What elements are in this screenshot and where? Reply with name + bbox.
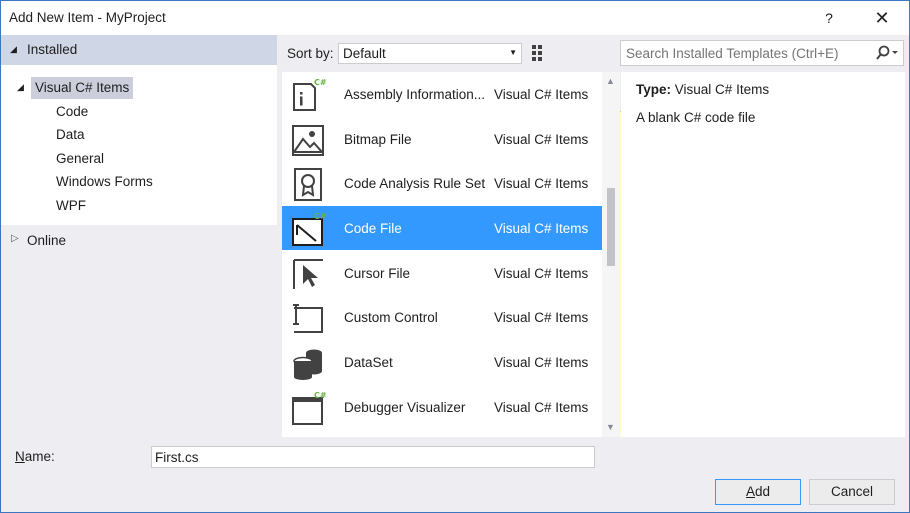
- debugger-visualizer-icon: C#: [290, 390, 327, 426]
- item-category: Visual C# Items: [494, 87, 589, 102]
- code-file-icon: C#: [290, 211, 327, 247]
- item-name: Code File: [344, 221, 402, 236]
- list-item[interactable]: Custom Control Visual C# Items: [282, 295, 602, 339]
- sort-value: Default: [343, 46, 386, 61]
- svg-text:C#: C#: [314, 391, 326, 400]
- type-line: Type: Visual C# Items: [636, 82, 769, 97]
- scroll-up-icon[interactable]: ▲: [606, 76, 615, 86]
- expand-arrow-icon[interactable]: ▷: [11, 233, 19, 244]
- list-item-partial[interactable]: [282, 430, 602, 437]
- grid-view-button[interactable]: [527, 41, 551, 65]
- svg-text:C#: C#: [314, 212, 326, 221]
- scroll-thumb[interactable]: [607, 188, 615, 266]
- grid-view-icon: [532, 45, 542, 61]
- item-name: Cursor File: [344, 266, 411, 281]
- add-button[interactable]: Add: [715, 479, 801, 505]
- item-name: Custom Control: [344, 310, 438, 325]
- list-item[interactable]: Bitmap File Visual C# Items: [282, 117, 602, 161]
- bitmap-icon: [290, 122, 326, 158]
- installed-header[interactable]: ◢ Installed: [1, 35, 277, 65]
- name-accelerator: N: [15, 449, 25, 464]
- cursor-icon: [290, 256, 326, 292]
- search-icon[interactable]: [873, 44, 899, 62]
- svg-text:C#: C#: [314, 78, 326, 87]
- item-name: DataSet: [344, 355, 393, 370]
- tree-item-windows-forms[interactable]: Windows Forms: [56, 171, 153, 193]
- tree-item-visual-csharp[interactable]: Visual C# Items: [31, 77, 134, 99]
- list-item[interactable]: Code Analysis Rule Set Visual C# Items: [282, 161, 602, 205]
- item-name: Bitmap File: [344, 132, 412, 147]
- name-field[interactable]: [151, 446, 595, 468]
- list-item[interactable]: DataSet Visual C# Items: [282, 340, 602, 384]
- template-tree: ◢ Installed ◢ Visual C# Items Code Data …: [1, 35, 277, 437]
- item-category: Visual C# Items: [494, 266, 589, 281]
- footer: Name: Add Cancel: [1, 437, 909, 512]
- list-item-selected[interactable]: C# Code File Visual C# Items: [282, 206, 602, 250]
- sort-select[interactable]: Default ▼: [338, 43, 522, 64]
- details-pane: Type: Visual C# Items A blank C# code fi…: [621, 72, 905, 437]
- custom-control-icon: [290, 300, 326, 336]
- dataset-icon: [290, 345, 326, 381]
- add-accelerator: A: [745, 484, 755, 499]
- online-header[interactable]: ▷ Online: [1, 229, 277, 253]
- item-category: Visual C# Items: [494, 310, 589, 325]
- tree-item-code[interactable]: Code: [56, 101, 88, 123]
- item-name: Code Analysis Rule Set: [344, 176, 486, 191]
- list-item[interactable]: C# Assembly Information... Visual C# Ite…: [282, 72, 602, 116]
- list-scrollbar[interactable]: ▲ ▼: [602, 72, 620, 437]
- search-input[interactable]: [621, 41, 866, 65]
- add-label-rest: dd: [754, 484, 771, 499]
- window-title: Add New Item - MyProject: [9, 10, 166, 25]
- chevron-down-icon: ▼: [509, 48, 517, 57]
- list-item[interactable]: Cursor File Visual C# Items: [282, 251, 602, 295]
- name-label-rest: ame:: [24, 449, 55, 464]
- cancel-button[interactable]: Cancel: [809, 479, 895, 505]
- collapse-arrow-icon[interactable]: ◢: [10, 44, 17, 55]
- installed-label: Installed: [27, 42, 78, 57]
- ruleset-icon: [290, 166, 326, 202]
- item-category: Visual C# Items: [494, 400, 589, 415]
- item-name: Debugger Visualizer: [344, 400, 466, 415]
- assembly-info-icon: C#: [290, 77, 327, 113]
- help-button[interactable]: ?: [819, 7, 839, 29]
- sort-toolbar: Sort by: Default ▼: [282, 39, 876, 476]
- tree-item-wpf[interactable]: WPF: [56, 195, 86, 217]
- tree-item-general[interactable]: General: [56, 148, 104, 170]
- tree-item-data[interactable]: Data: [56, 124, 85, 146]
- item-category: Visual C# Items: [494, 355, 589, 370]
- item-name: Assembly Information...: [344, 87, 486, 102]
- item-category: Visual C# Items: [494, 132, 589, 147]
- close-button[interactable]: ✕: [869, 5, 895, 31]
- type-label: Type:: [636, 82, 672, 97]
- template-description: A blank C# code file: [636, 110, 756, 125]
- name-label: Name:: [15, 449, 55, 464]
- item-category: Visual C# Items: [494, 176, 589, 191]
- title-bar: Add New Item - MyProject ? ✕: [0, 0, 910, 35]
- sort-label: Sort by:: [287, 46, 334, 61]
- installed-tree: ◢ Visual C# Items Code Data General Wind…: [1, 65, 277, 225]
- collapse-arrow-icon[interactable]: ◢: [17, 82, 24, 93]
- scroll-down-icon[interactable]: ▼: [606, 422, 615, 432]
- list-item[interactable]: C# Debugger Visualizer Visual C# Items: [282, 385, 602, 429]
- online-label: Online: [27, 233, 67, 248]
- item-category: Visual C# Items: [494, 221, 589, 236]
- type-value: Visual C# Items: [674, 82, 770, 97]
- template-list: C# Assembly Information... Visual C# Ite…: [282, 72, 602, 437]
- search-box[interactable]: [620, 40, 904, 66]
